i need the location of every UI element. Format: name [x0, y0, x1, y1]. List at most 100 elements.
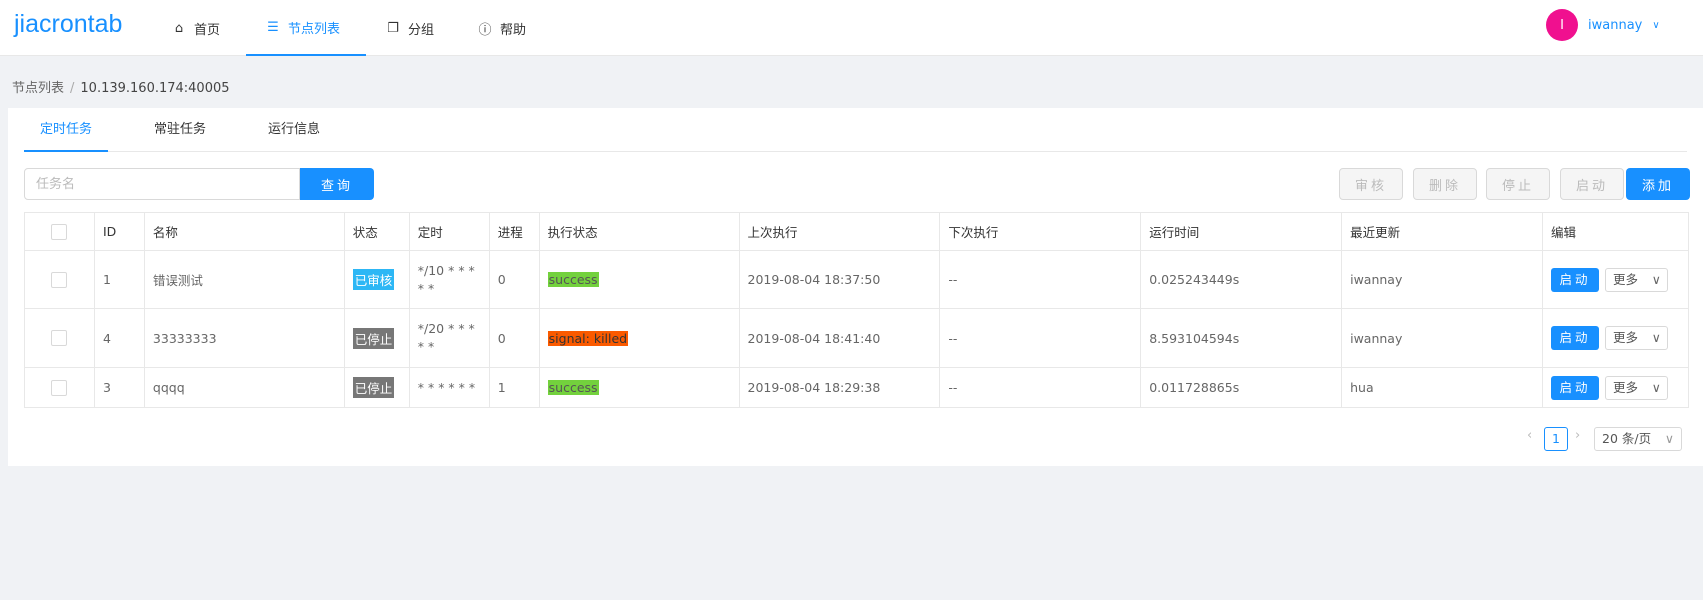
cell-next-run: --: [939, 367, 1142, 408]
nav-item-node-list[interactable]: ☰ 节点列表: [246, 0, 366, 56]
list-icon: ☰: [267, 19, 279, 35]
column-header: 执行状态: [539, 212, 740, 251]
cell-procs: 0: [489, 308, 540, 368]
query-button[interactable]: 查询: [300, 168, 374, 200]
user-menu[interactable]: I iwannay ∨: [1546, 9, 1660, 41]
app-logo[interactable]: jiacrontab: [14, 10, 122, 39]
page-size-select[interactable]: 20 条/页 ∨: [1594, 427, 1682, 451]
cell-next-run: --: [939, 308, 1142, 368]
cell-last-run: 2019-08-04 18:29:38: [739, 367, 941, 408]
nav-item-label: 帮助: [500, 22, 527, 38]
exec-status-badge: success: [547, 380, 599, 395]
table-row: 3 qqqq 已停止 * * * * * * 1 success 2019-08…: [24, 367, 1690, 408]
page-size-label: 20 条/页: [1602, 431, 1652, 446]
cell-run-time: 0.025243449s: [1140, 250, 1343, 309]
column-header: ID: [94, 212, 145, 251]
audit-button[interactable]: 审核: [1339, 168, 1403, 200]
column-header: 进程: [489, 212, 540, 251]
info-icon: ⓘ: [478, 22, 492, 38]
search-input[interactable]: [24, 168, 300, 200]
chevron-down-icon: ∨: [1651, 379, 1661, 395]
cell-last-run: 2019-08-04 18:41:40: [739, 308, 941, 368]
nav-item-help[interactable]: ⓘ 帮助: [478, 0, 526, 56]
user-name[interactable]: iwannay: [1588, 18, 1642, 33]
table-row: 1 错误测试 已审核 */10 * * * * * 0 success 2019…: [24, 250, 1690, 309]
row-checkbox[interactable]: [51, 271, 68, 288]
row-select-cell: [24, 250, 95, 309]
row-checkbox[interactable]: [51, 379, 68, 396]
breadcrumb-separator: /: [70, 81, 75, 96]
select-all-header: [24, 212, 95, 251]
cell-id: 4: [94, 308, 145, 368]
cell-exec-status: signal: killed: [539, 308, 740, 368]
exec-status-badge: success: [547, 272, 599, 287]
column-header: 编辑: [1542, 212, 1690, 251]
status-badge: 已停止: [352, 377, 395, 398]
row-select-cell: [24, 308, 95, 368]
column-header: 定时: [409, 212, 490, 251]
cell-id: 3: [94, 367, 145, 408]
status-badge: 已审核: [352, 269, 395, 290]
avatar[interactable]: I: [1546, 9, 1578, 41]
exec-status-badge: signal: killed: [547, 330, 629, 346]
cell-actions: 启动 更多 ∨: [1542, 250, 1690, 309]
cell-status: 已停止: [344, 308, 410, 368]
status-badge: 已停止: [352, 327, 395, 349]
row-start-button[interactable]: 启动: [1550, 267, 1599, 292]
cell-run-time: 0.011728865s: [1140, 367, 1343, 408]
table-row: 4 33333333 已停止 */20 * * * * * 0 signal: …: [24, 308, 1690, 368]
page-number[interactable]: 1: [1544, 427, 1568, 451]
chevron-down-icon: ∨: [1652, 19, 1660, 31]
cell-procs: 0: [489, 250, 540, 309]
nav-item-label: 分组: [408, 22, 435, 38]
copy-icon: ❐: [387, 20, 399, 36]
nav-item-label: 首页: [194, 22, 221, 38]
chevron-down-icon: ∨: [1651, 330, 1661, 345]
delete-button[interactable]: 删除: [1413, 168, 1477, 200]
table-header-row: ID 名称 状态 定时 进程 执行状态 上次执行 下次执行 运行时间 最近更新 …: [24, 212, 1690, 251]
prev-page-icon[interactable]: ‹: [1527, 428, 1532, 443]
nav-item-label: 节点列表: [288, 21, 341, 37]
cell-updated-by: hua: [1341, 367, 1543, 408]
cell-updated-by: iwannay: [1341, 308, 1543, 368]
nav-item-home[interactable]: ⌂ 首页: [172, 0, 220, 56]
column-header: 上次执行: [739, 212, 941, 251]
add-button[interactable]: 添加: [1626, 168, 1690, 200]
home-icon: ⌂: [174, 20, 184, 36]
tab-bar: 定时任务 常驻任务 运行信息: [24, 108, 1687, 152]
stop-button[interactable]: 停止: [1486, 168, 1550, 200]
cell-schedule: * * * * * *: [409, 367, 490, 408]
cell-procs: 1: [489, 367, 540, 408]
cell-run-time: 8.593104594s: [1140, 308, 1343, 368]
breadcrumb: 节点列表 / 10.139.160.174:40005: [12, 77, 230, 96]
nav-item-group[interactable]: ❐ 分组: [386, 0, 434, 56]
select-all-checkbox[interactable]: [51, 223, 68, 240]
cell-status: 已停止: [344, 367, 410, 408]
row-checkbox[interactable]: [51, 330, 68, 347]
more-label: 更多: [1612, 271, 1638, 287]
cell-last-run: 2019-08-04 18:37:50: [739, 250, 941, 309]
tab-cron-jobs[interactable]: 定时任务: [24, 108, 109, 152]
cell-id: 1: [94, 250, 145, 309]
row-more-dropdown[interactable]: 更多 ∨: [1604, 375, 1668, 400]
row-select-cell: [24, 367, 95, 408]
row-more-dropdown[interactable]: 更多 ∨: [1604, 267, 1668, 292]
breadcrumb-current: 10.139.160.174:40005: [80, 81, 230, 96]
column-header: 名称: [144, 212, 345, 251]
column-header: 最近更新: [1341, 212, 1543, 251]
cell-exec-status: success: [539, 367, 740, 408]
cell-name: 33333333: [144, 308, 345, 368]
cell-name: 错误测试: [144, 250, 345, 309]
row-more-dropdown[interactable]: 更多 ∨: [1604, 326, 1668, 350]
row-start-button[interactable]: 启动: [1550, 326, 1599, 350]
tab-run-info[interactable]: 运行信息: [252, 108, 336, 152]
row-start-button[interactable]: 启动: [1550, 375, 1599, 400]
chevron-down-icon: ∨: [1664, 431, 1674, 446]
next-page-icon[interactable]: ›: [1575, 428, 1580, 443]
tab-daemon-jobs[interactable]: 常驻任务: [138, 108, 222, 152]
breadcrumb-root[interactable]: 节点列表: [12, 81, 64, 96]
cell-updated-by: iwannay: [1341, 250, 1543, 309]
cell-status: 已审核: [344, 250, 410, 309]
start-button[interactable]: 启动: [1560, 168, 1624, 200]
cell-name: qqqq: [144, 367, 345, 408]
